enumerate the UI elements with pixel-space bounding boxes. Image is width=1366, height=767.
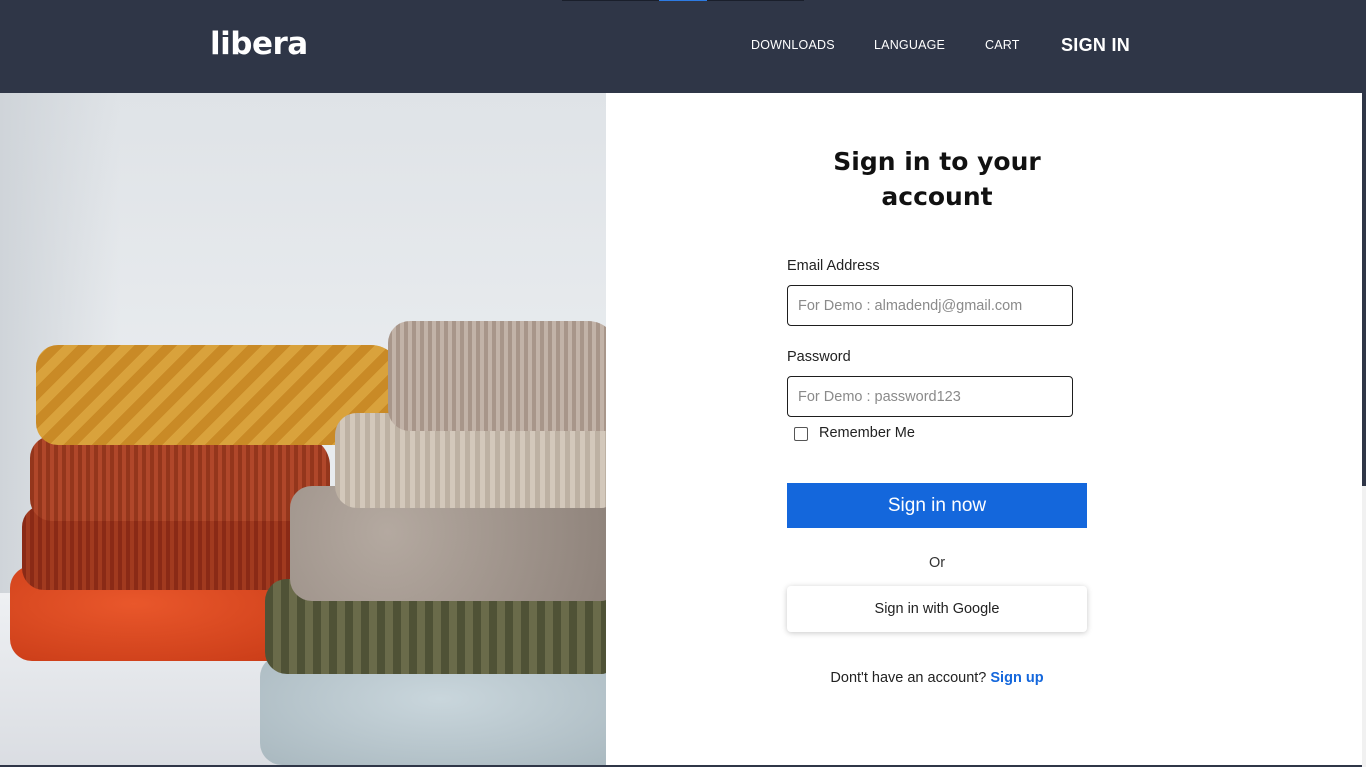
email-label: Email Address: [787, 258, 880, 274]
page-title: Sign in to your account: [833, 147, 1041, 211]
signup-prompt-row: Dont't have an account? Sign up: [787, 670, 1087, 686]
nav-language[interactable]: LANGUAGE: [874, 38, 945, 52]
top-navbar: libera DOWNLOADS LANGUAGE CART SIGN IN: [0, 0, 1362, 93]
password-field[interactable]: [787, 376, 1073, 417]
top-tab-strip: [562, 0, 804, 1]
top-tab-active-indicator: [659, 0, 707, 1]
sweater-taupe: [388, 321, 606, 431]
signup-prompt: Dont't have an account?: [830, 670, 991, 686]
sweater-brick: [30, 436, 330, 521]
logo-link[interactable]: libera: [210, 26, 308, 62]
password-label: Password: [787, 349, 851, 365]
remember-me-label: Remember Me: [819, 425, 915, 441]
page-scrollbar[interactable]: [1362, 0, 1366, 767]
or-divider: Or: [928, 555, 946, 571]
nav-downloads[interactable]: DOWNLOADS: [751, 38, 835, 52]
nav-sign-in[interactable]: SIGN IN: [1061, 35, 1130, 56]
scrollbar-thumb[interactable]: [1362, 0, 1366, 486]
email-field[interactable]: [787, 285, 1073, 326]
signup-link[interactable]: Sign up: [990, 670, 1043, 686]
sign-in-button[interactable]: Sign in now: [787, 483, 1087, 528]
remember-me-checkbox[interactable]: [794, 427, 808, 441]
nav-cart[interactable]: CART: [985, 38, 1020, 52]
google-sign-in-button[interactable]: Sign in with Google: [787, 586, 1087, 632]
page: libera DOWNLOADS LANGUAGE CART SIGN IN S…: [0, 0, 1366, 767]
sweaters-photo: [0, 93, 606, 767]
